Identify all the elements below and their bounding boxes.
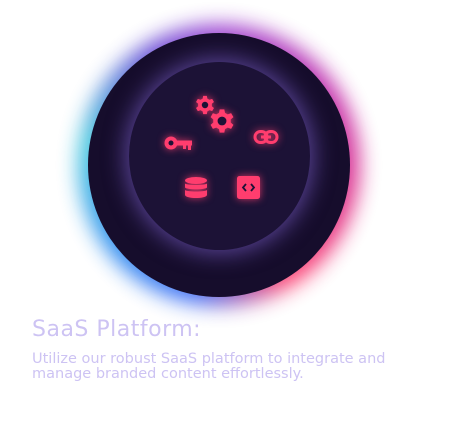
feature-description: Utilize our robust SaaS platform to inte… [32, 351, 386, 382]
feature-title: SaaS Platform: [32, 317, 202, 342]
gear-large-icon [210, 109, 234, 133]
link-icon [253, 130, 279, 144]
key-icon [164, 136, 192, 150]
inner-circle [129, 62, 310, 250]
code-icon [237, 176, 260, 199]
database-icon [185, 177, 207, 198]
